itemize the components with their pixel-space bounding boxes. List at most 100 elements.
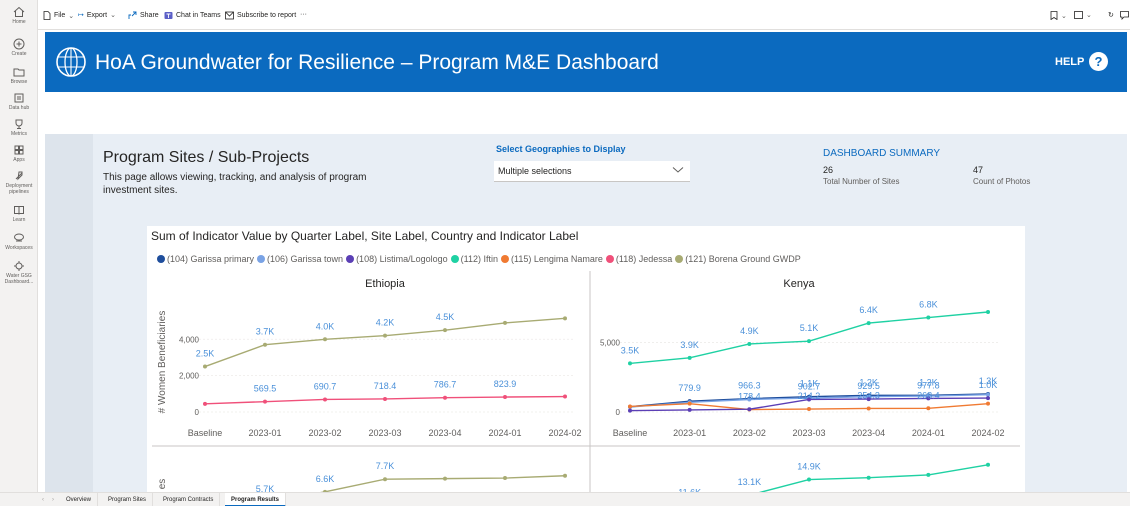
data-point	[926, 472, 931, 477]
chevron-left-icon: ‹	[42, 497, 44, 503]
y-axis-title-lower: es	[157, 479, 168, 490]
data-label: 6.8K	[919, 300, 938, 310]
data-point	[443, 395, 447, 400]
data-label: 5.1K	[800, 323, 819, 333]
geography-slicer-dropdown[interactable]: Multiple selections	[494, 161, 690, 182]
nav-learn[interactable]: Learn	[0, 204, 38, 223]
data-label: 6.4K	[859, 305, 878, 315]
tab-overview[interactable]: Overview	[60, 493, 99, 506]
indicator-line-chart[interactable]: Sum of Indicator Value by Quarter Label,…	[147, 226, 1025, 492]
refresh-icon: ↻	[1108, 12, 1114, 19]
folder-icon	[13, 68, 25, 77]
tab-program-results[interactable]: Program Results	[225, 493, 287, 506]
trophy-icon	[15, 119, 23, 129]
nav-browse[interactable]: Browse	[0, 66, 38, 85]
data-label: 977.8	[917, 380, 940, 390]
chevron-down-icon	[672, 167, 684, 173]
tab-program-contracts[interactable]: Program Contracts	[157, 493, 221, 506]
subscribe-button[interactable]: Subscribe to report	[225, 11, 296, 20]
export-icon: ↦	[78, 12, 84, 19]
file-icon	[43, 11, 51, 20]
comments-button[interactable]	[1120, 11, 1130, 20]
data-point	[263, 342, 267, 347]
data-label: 214.2	[798, 391, 821, 401]
data-label: 14.9K	[797, 462, 821, 472]
data-point	[866, 321, 871, 326]
y-tick-label: 4,000	[179, 335, 200, 344]
nav-browse-label: Browse	[10, 79, 28, 85]
data-label: 178.4	[738, 392, 761, 402]
chat-label: Chat in Teams	[176, 12, 221, 19]
help-icon[interactable]: ?	[1089, 52, 1108, 71]
nav-current-workspace[interactable]: Water GSG Dashboard...	[0, 260, 38, 285]
tabs-scroll-right[interactable]: ›	[46, 493, 60, 506]
y-tick-label: 0	[195, 408, 200, 417]
more-label: ···	[300, 11, 307, 18]
chevron-down-icon: ⌄	[110, 12, 116, 19]
report-banner: HoA Groundwater for Resilience – Program…	[45, 32, 1127, 92]
x-tick-label: 2023-02	[308, 428, 341, 438]
data-point	[986, 462, 990, 467]
data-hub-icon	[14, 93, 24, 103]
subscribe-label: Subscribe to report	[237, 12, 297, 19]
data-point	[986, 310, 990, 314]
data-point	[203, 401, 207, 406]
export-menu[interactable]: ↦ Export ⌄	[78, 11, 116, 20]
data-point	[687, 355, 692, 360]
report-title: HoA Groundwater for Resilience – Program…	[95, 51, 659, 74]
x-tick-label: 2023-01	[673, 428, 706, 438]
data-label: 4.5K	[436, 312, 455, 322]
book-icon	[14, 206, 24, 215]
y-tick-label: 2,000	[179, 372, 200, 381]
data-point	[263, 399, 267, 404]
x-tick-label: Baseline	[613, 428, 648, 438]
geography-slicer-value: Multiple selections	[498, 166, 572, 176]
nav-data-hub[interactable]: Data hub	[0, 92, 38, 111]
data-label: 690.7	[314, 381, 337, 391]
nav-workspaces[interactable]: Workspaces	[0, 232, 38, 251]
x-tick-label: 2023-01	[248, 428, 281, 438]
nav-metrics[interactable]: Metrics	[0, 118, 38, 137]
data-point	[383, 333, 387, 338]
more-options-button[interactable]: ···	[300, 11, 307, 18]
nav-apps[interactable]: Apps	[0, 144, 38, 163]
total-sites-value: 26	[823, 165, 834, 175]
data-point	[687, 407, 692, 412]
data-point	[747, 341, 752, 346]
x-tick-label: 2024-02	[971, 428, 1004, 438]
workspace-badge-icon	[14, 261, 24, 271]
x-tick-label: 2023-03	[368, 428, 401, 438]
nav-deployment-pipelines[interactable]: Deployment pipelines	[0, 170, 38, 195]
data-label: 3.5K	[621, 345, 640, 355]
page-title: Program Sites / Sub-Projects	[103, 149, 310, 166]
help-link[interactable]: HELP	[1055, 56, 1084, 68]
data-point	[986, 396, 990, 401]
refresh-button[interactable]: ↻	[1108, 11, 1114, 19]
chat-in-teams-button[interactable]: Chat in Teams	[164, 11, 221, 20]
x-tick-label: 2023-02	[733, 428, 766, 438]
share-button[interactable]: Share	[128, 11, 159, 20]
data-label: 6.6K	[316, 474, 335, 484]
data-point	[628, 361, 632, 366]
data-label: 779.9	[678, 383, 701, 393]
bookmark-button[interactable]: ⌄	[1050, 11, 1067, 20]
data-point	[503, 476, 507, 481]
photo-count-label: Count of Photos	[973, 177, 1031, 186]
nav-home[interactable]: Home	[0, 6, 38, 25]
data-point	[866, 475, 871, 480]
file-menu[interactable]: File ⌄	[43, 11, 74, 20]
export-label: Export	[86, 11, 108, 19]
y-tick-label: 5,000	[600, 339, 621, 348]
data-point	[628, 408, 632, 413]
data-point	[203, 364, 207, 369]
nav-create[interactable]: Create	[0, 38, 38, 57]
view-button[interactable]: ⌄	[1074, 11, 1092, 19]
nav-current-workspace-label: Water GSG Dashboard...	[4, 273, 34, 285]
data-point	[807, 339, 811, 344]
tab-program-sites[interactable]: Program Sites	[102, 493, 154, 506]
y-tick-label: 0	[616, 408, 621, 417]
data-label: 3.9K	[680, 340, 699, 350]
data-label: 786.7	[434, 380, 457, 390]
data-label: 7.7K	[376, 461, 395, 471]
data-point	[563, 473, 567, 478]
